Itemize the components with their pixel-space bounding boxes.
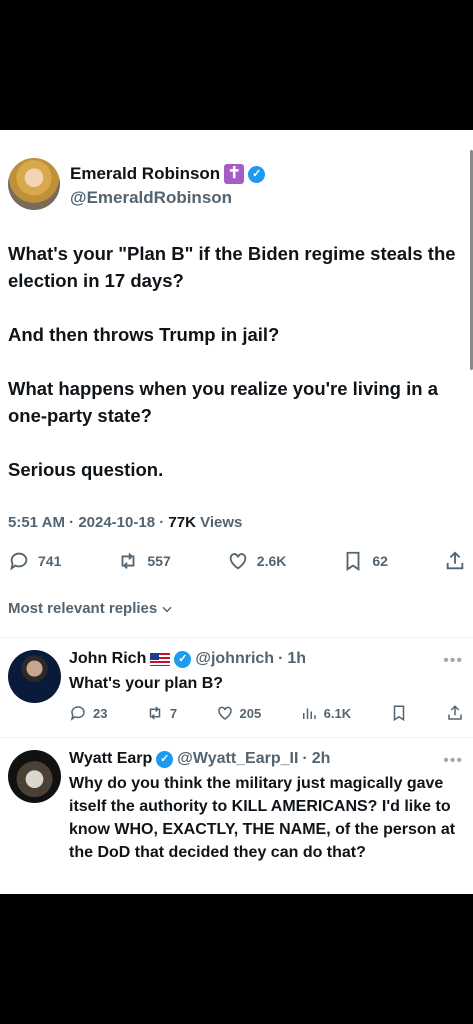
share-icon [446,551,464,570]
reply-item[interactable]: Wyatt Earp ✓ @Wyatt_Earp_II · 2h ••• Why… [0,750,473,890]
bookmark-button[interactable]: 62 [342,550,388,572]
reply-text: What's your plan B? [69,675,224,692]
repost-count: 7 [169,705,178,721]
repost-icon [149,706,161,720]
reply-icon [10,552,28,571]
reply-author-name[interactable]: John Rich [69,650,146,668]
tweet-paragraph: Serious question. [8,459,164,480]
repost-count: 557 [147,553,171,569]
reply-button[interactable]: 741 [8,550,61,572]
share-icon [448,705,462,720]
bookmark-icon [346,551,360,571]
views-button[interactable]: 6.1K [300,704,351,722]
reply-time[interactable]: 2h [312,750,331,768]
reply-item[interactable]: John Rich ✓ @johnrich · 1h ••• What's yo… [0,650,473,736]
reply-author-name[interactable]: Wyatt Earp [69,750,152,768]
author-name[interactable]: Emerald Robinson [70,164,220,184]
repost-button[interactable]: 7 [146,704,177,722]
bookmark-button[interactable] [390,704,408,722]
sort-label: Most relevant replies [8,600,158,617]
divider [0,737,473,738]
heart-icon [229,553,247,570]
reply-button[interactable]: 23 [69,704,107,722]
bookmark-count: 62 [372,553,388,569]
author-avatar[interactable] [8,158,60,210]
tweet-paragraph: And then throws Trump in jail? [8,324,280,345]
reply-text: Why do you think the military just magic… [69,775,456,861]
tweet-paragraph: What's your "Plan B" if the Biden regime… [8,243,456,291]
reply-avatar[interactable] [8,650,61,703]
like-button[interactable]: 205 [216,704,262,722]
heart-icon [217,706,232,720]
like-button[interactable]: 2.6K [227,550,287,572]
tweet-panel: Emerald Robinson ✝ ✓ @EmeraldRobinson Wh… [0,130,473,894]
like-count: 2.6K [256,553,287,569]
reply-count: 23 [93,705,108,721]
reply-sort-dropdown[interactable]: Most relevant replies [8,600,174,617]
divider [0,637,473,638]
more-options-icon[interactable]: ••• [443,752,463,770]
reply-header: Wyatt Earp ✓ @Wyatt_Earp_II · 2h [69,750,331,768]
tweet-text: What's your "Plan B" if the Biden regime… [8,240,468,510]
reply-time[interactable]: 1h [287,650,306,668]
repost-icon [121,553,135,569]
tweet-meta: 5:51 AM · 2024-10-18 · 77K Views [8,514,243,531]
bookmark-icon [393,705,404,722]
tweet-paragraph: What happens when you realize you're liv… [8,378,438,426]
views-count: 6.1K [323,705,352,721]
verified-badge-icon: ✓ [248,165,266,183]
author-name-row[interactable]: Emerald Robinson ✝ ✓ [70,164,266,184]
reply-avatar[interactable] [8,750,61,803]
reply-handle[interactable]: @johnrich [195,650,274,668]
repost-button[interactable]: 557 [117,550,171,572]
views-label: Views [200,514,243,531]
reply-header: John Rich ✓ @johnrich · 1h [69,650,307,668]
verified-badge-icon: ✓ [174,650,192,668]
tweet-actions: 741 557 2.6K 62 [8,550,466,572]
reply-handle[interactable]: @Wyatt_Earp_II [177,750,298,768]
reply-actions: 23 7 205 6.1K [69,704,464,722]
more-options-icon[interactable]: ••• [443,652,463,670]
analytics-icon [302,708,316,719]
share-button[interactable] [446,704,464,722]
chevron-down-icon [162,606,172,612]
us-flag-icon [150,652,171,666]
cross-emoji-icon: ✝ [224,164,245,184]
share-button[interactable] [444,550,466,572]
reply-icon [70,706,85,721]
reply-count: 741 [38,553,62,569]
tweet-date[interactable]: 2024-10-18 [78,514,155,531]
author-handle[interactable]: @EmeraldRobinson [70,188,232,208]
tweet-time[interactable]: 5:51 AM [8,514,65,531]
like-count: 205 [239,705,262,721]
verified-badge-icon: ✓ [156,750,174,768]
views-count: 77K [168,514,196,531]
